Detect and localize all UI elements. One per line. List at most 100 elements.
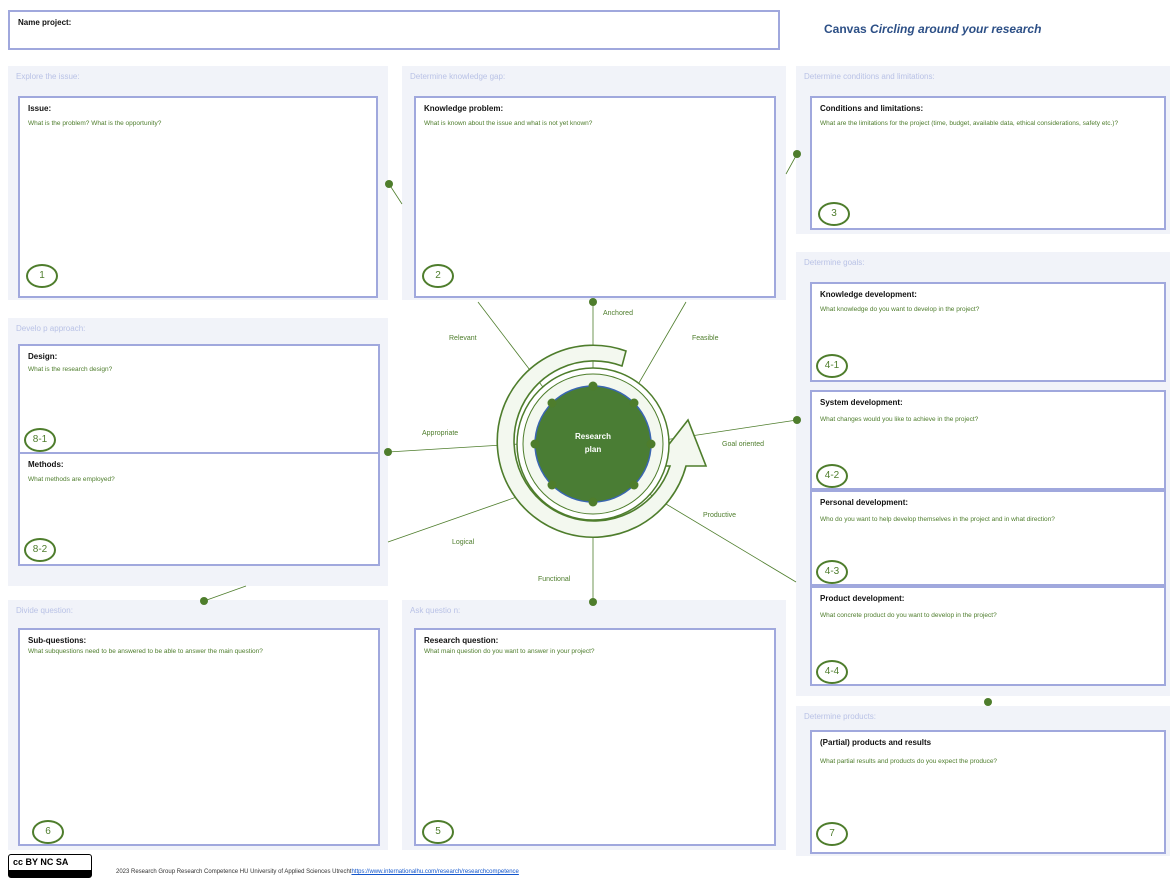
quality-feasible: Feasible [692,335,719,342]
personal-development-title: Personal development: [820,498,909,507]
canvas-title: Canvas Circling around your research [824,22,1041,36]
ring-node-relevant [547,398,557,408]
methods-box[interactable]: Methods: What methods are employed? 8-2 [18,452,380,566]
conditions-question: What are the limitations for the project… [820,120,1119,127]
personal-development-box[interactable]: Personal development: Who do you want to… [810,490,1166,586]
connector-8-6 [203,585,247,602]
ring-node-logical [547,480,557,490]
ring-node-productive [629,480,639,490]
step-number-4-1: 4-1 [816,354,848,378]
step-number-4-2: 4-2 [816,464,848,488]
step-number-8-2: 8-2 [24,538,56,562]
panel-label-goals: Determine goals: [804,258,865,267]
research-question-box[interactable]: Research question: What main question do… [414,628,776,846]
knowledge-problem-question: What is known about the issue and what i… [424,120,593,127]
panel-label-approach: Develo p approach: [16,324,86,333]
license-badge-text: cc BY NC SA [13,857,69,867]
connector-1-2 [388,183,403,205]
panel-approach: Develo p approach: Design: What is the r… [8,318,388,586]
product-development-title: Product development: [820,594,905,603]
panel-explore: Explore the issue: Issue: What is the pr… [8,66,388,300]
knowledge-development-question: What knowledge do you want to develop in… [820,306,980,313]
step-number-1: 1 [26,264,58,288]
products-box[interactable]: (Partial) products and results What part… [810,730,1166,854]
products-title: (Partial) products and results [820,738,932,747]
methods-title: Methods: [28,460,64,469]
footer-credit: 2023 Research Group Research Competence … [116,869,519,875]
knowledge-problem-box[interactable]: Knowledge problem: What is known about t… [414,96,776,298]
conditions-box[interactable]: Conditions and limitations: What are the… [810,96,1166,230]
panel-label-products: Determine products: [804,712,877,721]
knowledge-problem-title: Knowledge problem: [424,104,504,113]
products-question: What partial results and products do you… [820,758,998,765]
design-title: Design: [28,352,58,361]
spoke-appropriate [387,442,537,453]
product-development-question: What concrete product do you want to dev… [820,612,997,619]
spoke-goal-oriented [650,419,798,443]
quality-relevant: Relevant [449,335,477,342]
panel-label-explore: Explore the issue: [16,72,80,81]
spoke-productive [635,485,797,583]
step-number-6: 6 [32,820,64,844]
canvas-title-italic: Circling around your research [870,22,1042,36]
quality-goal-oriented: Goal oriented [722,441,765,448]
research-question-title: Research question: [424,636,499,645]
name-project-label: Name project: [18,18,72,27]
panel-label-conditions: Determine conditions and limitations: [804,72,935,81]
ring-node-feasible [629,398,639,408]
license-badge: cc BY NC SA [8,854,92,878]
system-development-question: What changes would you like to achieve i… [820,416,979,423]
footer-link[interactable]: https://www.internationalhu.com/research… [351,869,518,875]
sub-questions-box[interactable]: Sub-questions: What subquestions need to… [18,628,380,846]
system-development-title: System development: [820,398,903,407]
panel-goals: Determine goals: Knowledge development: … [796,252,1170,696]
research-plan-label-line2: plan [584,445,602,454]
canvas-title-prefix: Canvas [824,22,871,36]
sub-questions-question: What subquestions need to be answered to… [28,648,263,655]
license-badge-bar [9,870,91,877]
panel-divide: Divide question: Sub-questions: What sub… [8,600,388,850]
step-number-2: 2 [422,264,454,288]
issue-box[interactable]: Issue: What is the problem? What is the … [18,96,378,298]
ring-node-goal-oriented [646,439,656,449]
step-number-5: 5 [422,820,454,844]
name-project-field[interactable]: Name project: [8,10,780,50]
step-number-7: 7 [816,822,848,846]
panel-products: Determine products: (Partial) products a… [796,706,1170,856]
quality-logical: Logical [452,539,475,546]
ring-node-appropriate [530,439,540,449]
panel-label-knowledge-gap: Determine knowledge gap: [410,72,506,81]
spoke-logical [387,485,549,543]
panel-ask: Ask questio n: Research question: What m… [402,600,786,850]
quality-functional: Functional [538,576,571,583]
system-development-box[interactable]: System development: What changes would y… [810,390,1166,490]
step-number-4-3: 4-3 [816,560,848,584]
research-plan-label: Research plan [553,430,633,456]
connector-dot-4-7 [984,698,992,706]
design-box[interactable]: Design: What is the research design? 8-1 [18,344,380,454]
panel-knowledge-gap: Determine knowledge gap: Knowledge probl… [402,66,786,300]
spoke-relevant [477,301,550,396]
sub-questions-title: Sub-questions: [28,636,87,645]
panel-label-ask: Ask questio n: [410,606,461,615]
ring-node-functional [588,497,598,507]
issue-title: Issue: [28,104,52,113]
spoke-feasible [635,301,687,389]
step-number-3: 3 [818,202,850,226]
design-question: What is the research design? [28,366,113,373]
step-number-8-1: 8-1 [24,428,56,452]
research-plan-label-line1: Research [574,432,612,441]
quality-anchored: Anchored [603,310,633,317]
knowledge-development-title: Knowledge development: [820,290,917,299]
panel-label-divide: Divide question: [16,606,73,615]
knowledge-development-box[interactable]: Knowledge development: What knowledge do… [810,282,1166,382]
ring-node-anchored [588,381,598,391]
personal-development-question: Who do you want to help develop themselv… [820,516,1055,523]
quality-productive: Productive [703,512,737,519]
footer-credit-text: 2023 Research Group Research Competence … [116,869,352,875]
panel-conditions: Determine conditions and limitations: Co… [796,66,1170,234]
research-question-question: What main question do you want to answer… [424,648,595,655]
quality-appropriate: Appropriate [422,430,459,437]
issue-question: What is the problem? What is the opportu… [28,120,162,127]
product-development-box[interactable]: Product development: What concrete produ… [810,586,1166,686]
